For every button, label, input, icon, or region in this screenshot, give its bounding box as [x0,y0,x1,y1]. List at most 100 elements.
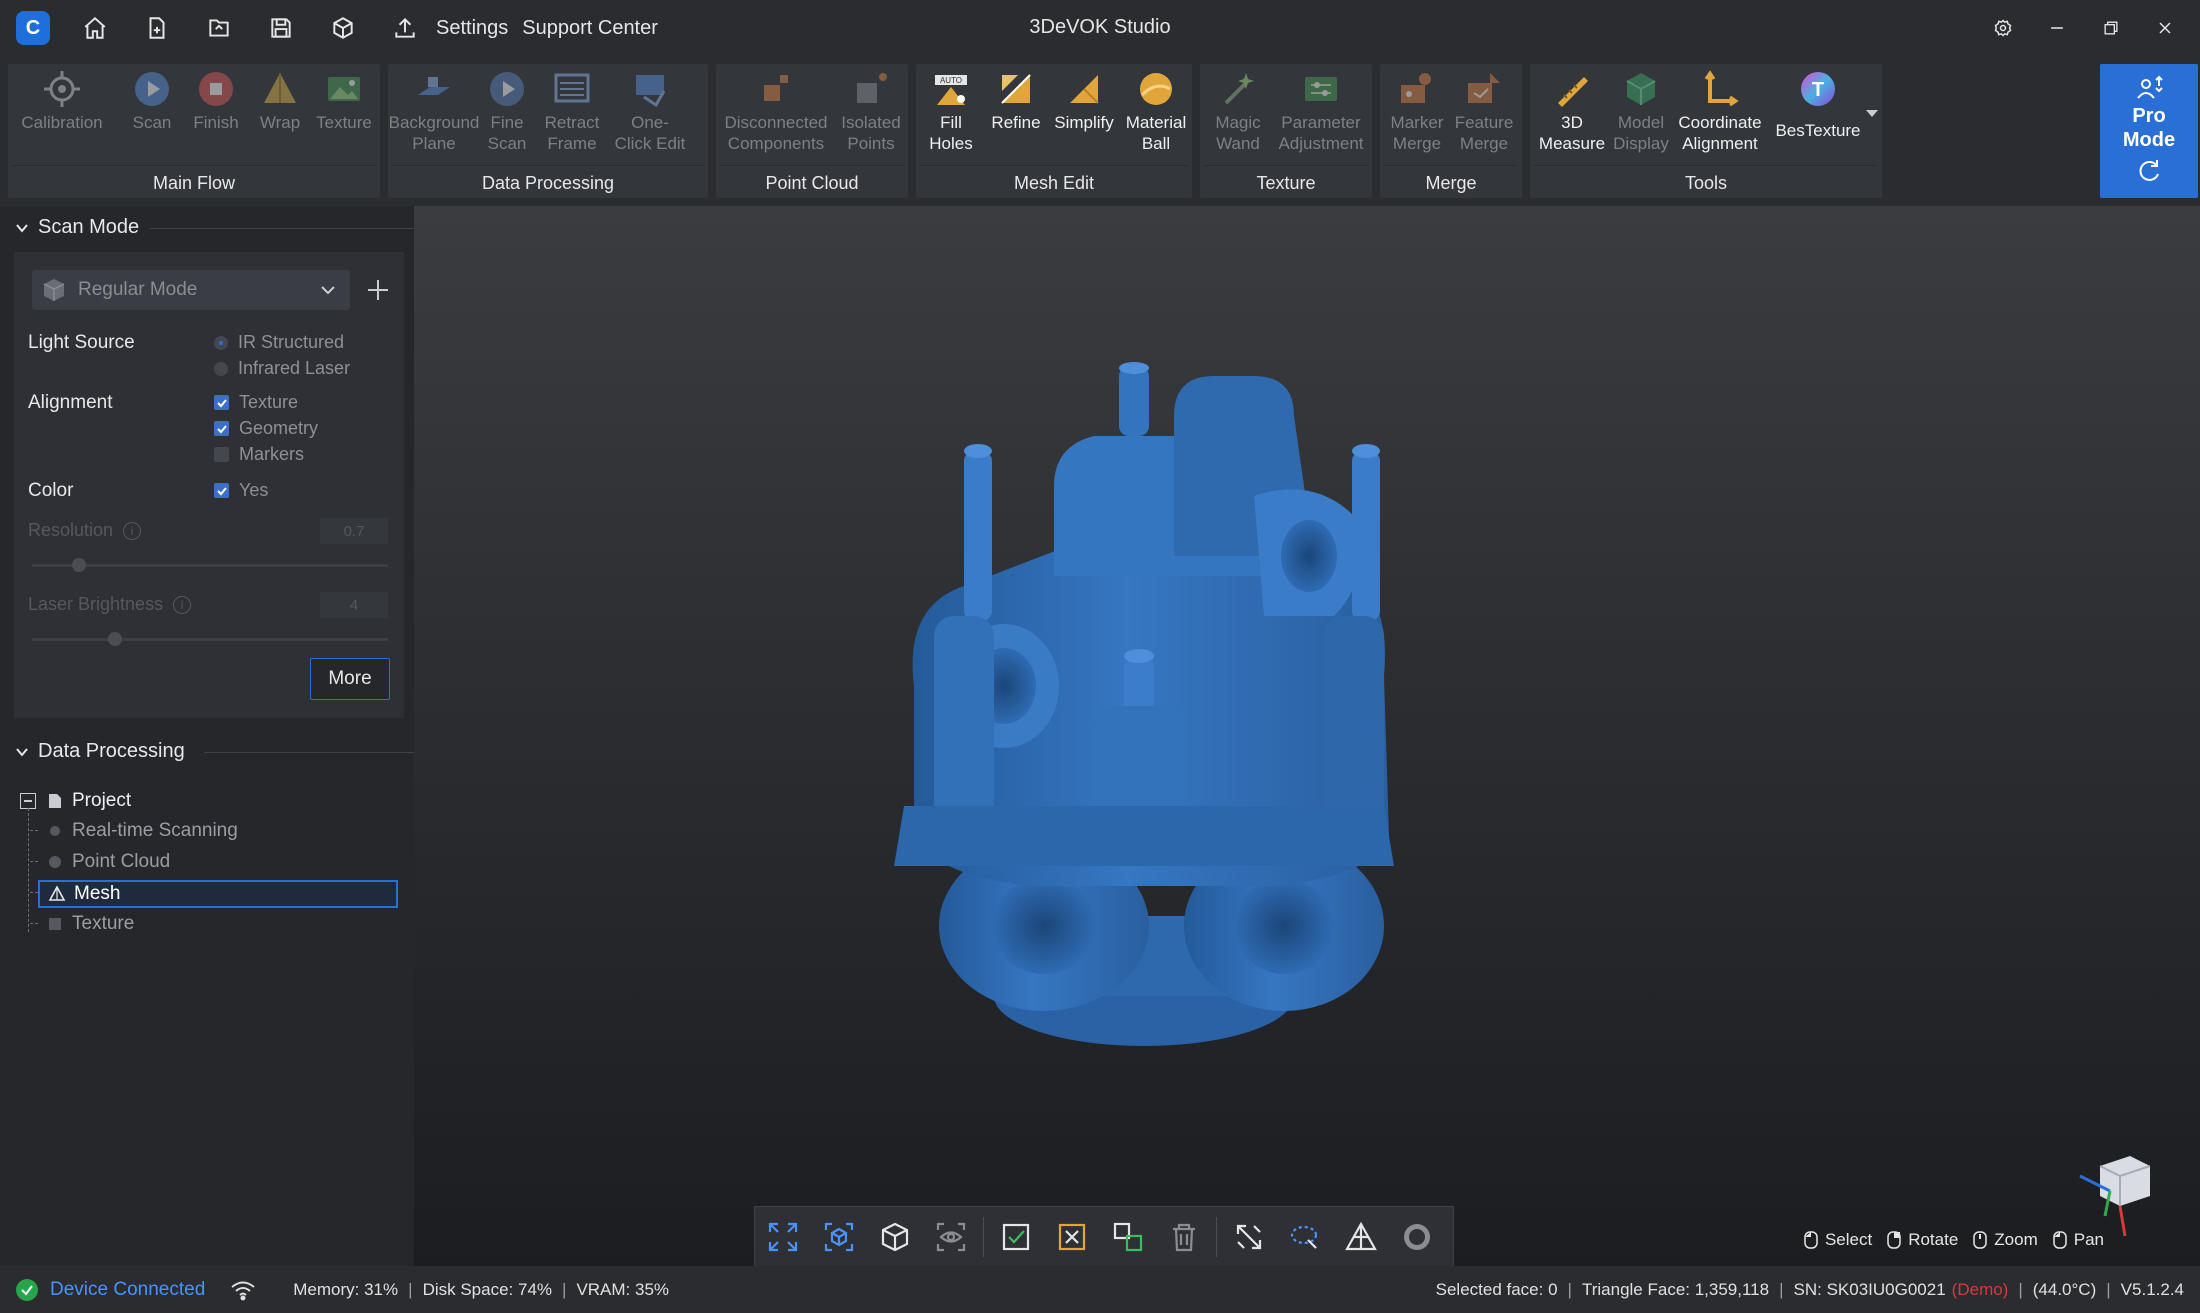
chevron-down-icon [16,747,28,757]
pro-mode-button[interactable]: Pro Mode [2100,64,2198,198]
group-label-main-flow: Main Flow [152,173,236,193]
lasso-icon [1290,1225,1318,1249]
3d-viewport[interactable]: Select Rotate Zoom Pan [414,206,2200,1268]
retract-frame-button[interactable]: Retract Frame [536,68,608,154]
checkbox-select-icon [1002,1223,1030,1251]
mouse-navigation-hints: Select Rotate Zoom Pan [1789,1230,2104,1250]
texture-checkbox[interactable]: Texture [214,392,298,413]
one-click-edit-button[interactable]: One- Click Edit [608,68,692,154]
3d-measure-button[interactable]: 3D Measure [1530,68,1614,154]
fit-view-button[interactable] [755,1209,811,1265]
calibration-button[interactable]: Calibration [8,68,116,133]
magic-wand-icon [1217,68,1259,110]
tree-item-realtime-scanning[interactable]: Real-time Scanning [46,820,238,842]
bestexture-icon: T [1797,68,1839,110]
laser-brightness-label: Laser Brightness i [28,594,192,615]
markers-checkbox[interactable]: Markers [214,444,304,465]
scanned-valve-model[interactable] [794,356,1494,1076]
cube-mode-icon [43,279,65,301]
simplify-button[interactable]: Simplify [1044,68,1124,133]
upload-icon[interactable] [388,11,422,45]
laser-brightness-slider[interactable] [32,632,388,646]
select-all-button[interactable] [988,1209,1044,1265]
slider-handle[interactable] [108,632,122,646]
new-file-icon[interactable] [140,11,174,45]
tree-item-mesh-selected[interactable]: Mesh [38,880,398,908]
lasso-select-button[interactable] [1277,1209,1333,1265]
ribbon-group-tools: 3D Measure Model Display Coordinate Alig… [1530,64,1882,198]
orientation-cube-icon[interactable] [2060,1146,2160,1246]
slider-handle[interactable] [72,558,86,572]
magic-wand-button[interactable]: Magic Wand [1200,68,1276,154]
scanning-icon [50,826,60,836]
tree-item-point-cloud[interactable]: Point Cloud [46,851,170,873]
disconnected-components-button[interactable]: Disconnected Components [716,68,836,154]
ribbon-more-dropdown-icon[interactable] [1866,110,1878,117]
ir-structured-radio[interactable]: IR Structured [214,332,344,353]
model-display-icon [1620,68,1662,110]
feature-merge-button[interactable]: Feature Merge [1446,68,1522,154]
geometry-checkbox[interactable]: Geometry [214,418,318,439]
texture-button[interactable]: Texture [304,68,384,133]
resolution-value[interactable]: 0.7 [320,518,388,544]
collapse-icon[interactable] [20,793,36,809]
coordinate-alignment-button[interactable]: Coordinate Alignment [1670,68,1770,154]
restore-icon[interactable] [2086,10,2136,46]
demo-badge: (Demo) [1951,1279,2009,1299]
fill-holes-button[interactable]: AUTO Fill Holes [916,68,986,154]
simplify-icon [1063,68,1105,110]
app-logo-icon[interactable]: C [16,11,50,45]
stop-icon [195,68,237,110]
export-model-icon[interactable] [326,11,360,45]
settings-link[interactable]: Settings [436,17,508,40]
frame-selection-button[interactable] [811,1209,867,1265]
invert-icon [1113,1222,1143,1252]
ribbon-group-main-flow: Calibration Scan Finish Wrap Texture Mai… [8,64,380,198]
deselect-button[interactable] [1044,1209,1100,1265]
svg-text:AUTO: AUTO [940,76,962,85]
parameter-adjustment-button[interactable]: Parameter Adjustment [1270,68,1372,154]
tree-item-project[interactable]: Project [20,790,131,812]
save-icon[interactable] [264,11,298,45]
invert-selection-button[interactable] [1100,1209,1156,1265]
coordinate-icon [1699,68,1741,110]
color-yes-checkbox[interactable]: Yes [214,480,268,501]
bestexture-button[interactable]: T BesTexture [1766,68,1870,141]
close-icon[interactable] [2140,10,2190,46]
fine-scan-button[interactable]: Fine Scan [472,68,542,154]
tree-item-texture[interactable]: Texture [46,913,134,935]
transform-button[interactable] [1221,1209,1277,1265]
data-processing-header[interactable]: Data Processing [14,740,185,763]
infrared-laser-radio[interactable]: Infrared Laser [214,358,350,379]
view-cube-button[interactable] [867,1209,923,1265]
marker-merge-button[interactable]: Marker Merge [1380,68,1454,154]
open-folder-icon[interactable] [202,11,236,45]
settings-gear-icon[interactable] [1978,10,2028,46]
material-render-button[interactable] [1389,1209,1445,1265]
crosshair-icon [41,68,83,110]
visibility-button[interactable] [923,1209,979,1265]
resolution-label: Resolution i [28,520,142,541]
software-version: V5.1.2.4 [2120,1279,2184,1299]
more-button[interactable]: More [310,658,390,700]
scan-mode-header[interactable]: Scan Mode [14,216,139,239]
home-icon[interactable] [78,11,112,45]
mesh-render-button[interactable] [1333,1209,1389,1265]
device-temperature: (44.0°C) [2032,1279,2097,1299]
add-mode-button[interactable] [358,270,398,310]
laser-brightness-value[interactable]: 4 [320,592,388,618]
background-plane-button[interactable]: Background Plane [389,68,479,154]
device-status[interactable]: Device Connected [50,1279,205,1301]
support-center-link[interactable]: Support Center [522,17,658,40]
project-file-icon [49,794,61,808]
delete-button[interactable] [1156,1209,1212,1265]
material-ball-button[interactable]: Material Ball [1116,68,1196,154]
refine-button[interactable]: Refine [980,68,1052,133]
model-display-button[interactable]: Model Display [1604,68,1678,154]
components-icon [755,68,797,110]
resolution-slider[interactable] [32,558,388,572]
scan-mode-select[interactable]: Regular Mode [32,270,350,310]
group-label-mesh-edit: Mesh Edit [1013,173,1095,193]
isolated-points-button[interactable]: Isolated Points [834,68,908,154]
minimize-icon[interactable] [2032,10,2082,46]
